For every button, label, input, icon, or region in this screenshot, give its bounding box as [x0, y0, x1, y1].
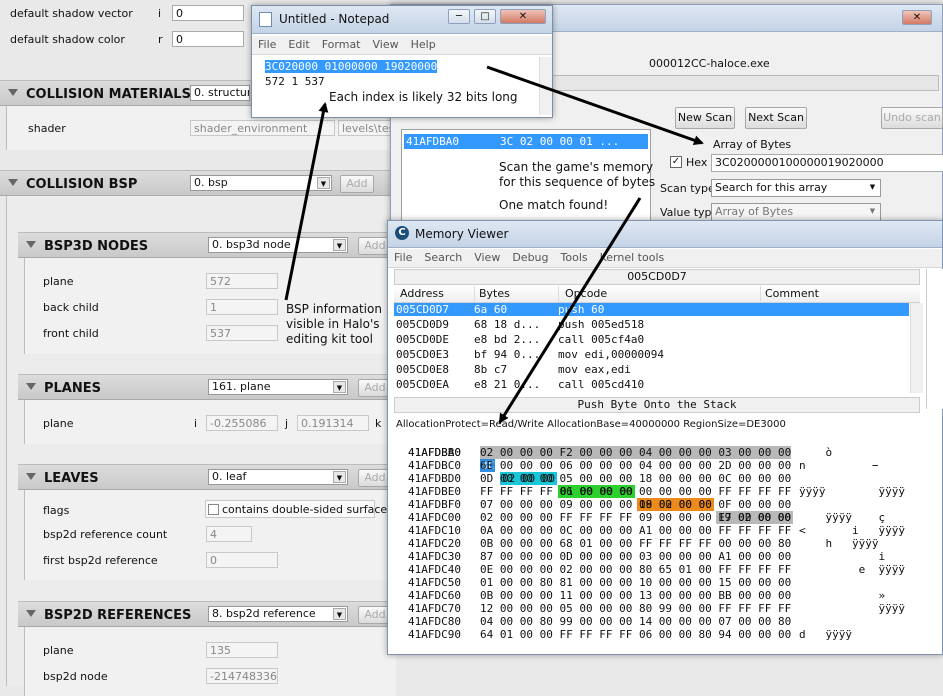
bsp-info-line-3: editing kit tool	[286, 332, 373, 346]
scan-note-line-2: for this sequence of bytes	[499, 175, 656, 189]
bsp-info-line-2: visible in Halo's	[286, 317, 380, 331]
arrow-result-to-memory	[498, 197, 642, 424]
arrow-bsp-to-notepad	[284, 102, 329, 301]
match-note: One match found!	[499, 198, 609, 212]
notepad-annotation: Each index is likely 32 bits long	[329, 90, 518, 104]
arrow-notepad-to-hex	[486, 65, 704, 146]
annotation-arrows	[284, 65, 704, 424]
bsp-info-line-1: BSP information	[286, 302, 382, 316]
scan-note-line-1: Scan the game's memory	[499, 160, 654, 174]
